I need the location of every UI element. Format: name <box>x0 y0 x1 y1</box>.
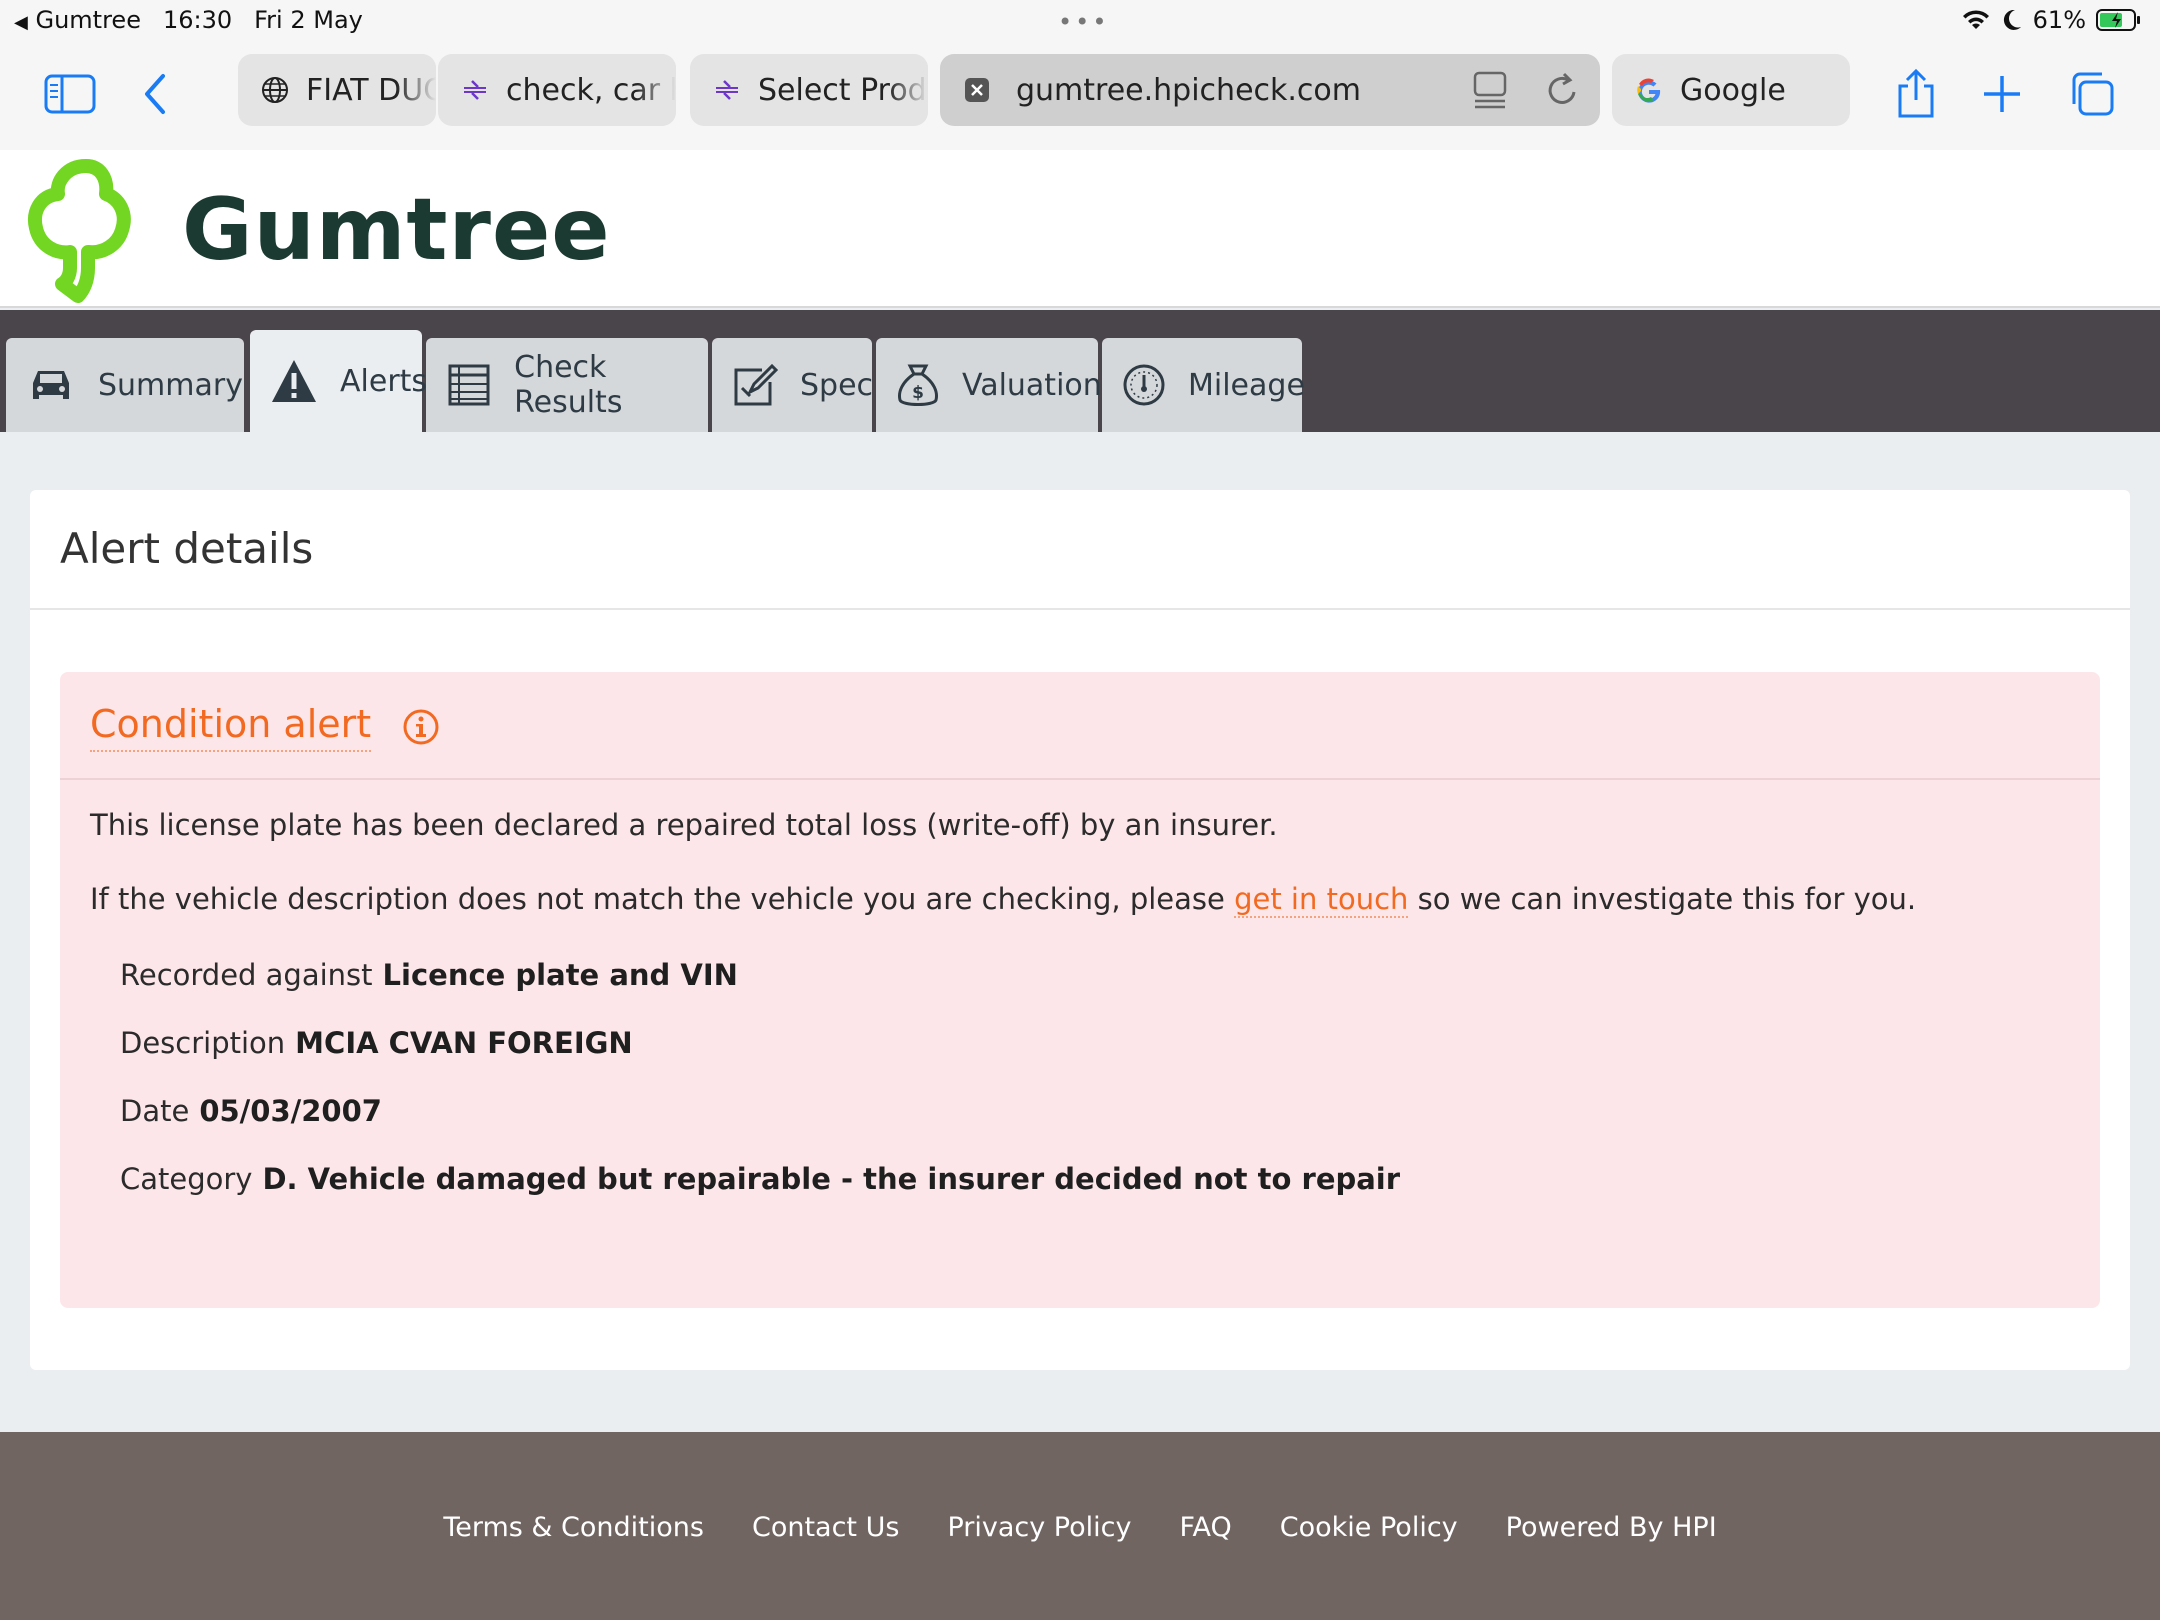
footer-link-privacy[interactable]: Privacy Policy <box>947 1512 1131 1543</box>
condition-alert-box: Condition alert This license plate has b… <box>60 672 2100 1308</box>
back-chevron-icon[interactable] <box>128 66 184 122</box>
wifi-icon <box>1962 10 1989 29</box>
footer-links: Terms & Conditions Contact Us Privacy Po… <box>0 1512 2160 1543</box>
edit-icon <box>732 360 778 410</box>
globe-icon <box>260 75 290 105</box>
browser-tab-google[interactable]: Google <box>1612 54 1850 126</box>
gauge-icon <box>1122 360 1166 410</box>
gumtree-tree-logo-icon[interactable] <box>26 156 146 309</box>
divider <box>60 778 2100 780</box>
close-icon[interactable] <box>962 75 992 105</box>
detail-row-description: Description MCIA CVAN FOREIGN <box>120 1026 633 1060</box>
multitask-dots[interactable]: ••• <box>1058 8 1109 36</box>
card-title: Alert details <box>60 524 314 573</box>
gumtree-logo-text[interactable]: Gumtree <box>182 180 611 280</box>
alert-details-card: Alert details Condition alert This licen… <box>30 490 2130 1370</box>
reload-icon[interactable] <box>1544 70 1580 118</box>
detail-row-date: Date 05/03/2007 <box>120 1094 382 1128</box>
google-icon <box>1634 75 1664 105</box>
battery-icon <box>2096 9 2140 31</box>
report-nav: Summary Alerts Check Results Spec $ Valu… <box>0 310 2160 432</box>
tab-summary[interactable]: Summary <box>6 338 244 432</box>
moon-icon <box>2003 9 2021 30</box>
alert-description: This license plate has been declared a r… <box>90 808 1278 842</box>
info-icon[interactable] <box>402 708 440 751</box>
browser-toolbar: FIAT DUCATO check, car history Select Pr… <box>0 40 2160 150</box>
reader-mode-icon[interactable] <box>1472 70 1508 118</box>
sidebar-toggle-icon[interactable] <box>42 66 98 122</box>
tab-valuation[interactable]: $ Valuation <box>876 338 1102 432</box>
divider <box>30 608 2130 610</box>
list-icon <box>446 360 492 410</box>
hpi-icon <box>712 75 742 105</box>
site-footer: Terms & Conditions Contact Us Privacy Po… <box>0 1432 2160 1620</box>
svg-text:$: $ <box>912 383 924 403</box>
footer-link-terms[interactable]: Terms & Conditions <box>443 1512 704 1543</box>
new-tab-plus-icon[interactable] <box>1974 66 2030 122</box>
status-bar: ◀ Gumtree 16:30 Fri 2 May ••• 61% <box>0 0 2160 40</box>
share-icon[interactable] <box>1888 66 1944 122</box>
tab-overview-icon[interactable] <box>2064 66 2120 122</box>
browser-tab-3[interactable]: Select Product <box>690 54 928 126</box>
browser-tab-active-url[interactable]: gumtree.hpicheck.com <box>940 54 1600 126</box>
tab-mileage[interactable]: Mileage <box>1102 338 1305 432</box>
footer-link-contact[interactable]: Contact Us <box>752 1512 899 1543</box>
site-header: Gumtree <box>0 150 2160 308</box>
car-icon <box>26 360 76 410</box>
status-time: 16:30 <box>162 6 233 34</box>
alert-contact-line: If the vehicle description does not matc… <box>90 882 1917 918</box>
detail-row-recorded-against: Recorded against Licence plate and VIN <box>120 958 738 992</box>
browser-tab-1[interactable]: FIAT DUCATO <box>238 54 436 126</box>
alert-title[interactable]: Condition alert <box>90 702 372 752</box>
hpi-icon <box>460 75 490 105</box>
warning-icon <box>270 356 318 406</box>
status-date: Fri 2 May <box>254 6 363 34</box>
footer-link-cookie[interactable]: Cookie Policy <box>1280 1512 1458 1543</box>
back-to-app[interactable]: ◀ Gumtree <box>14 6 141 34</box>
tab-spec[interactable]: Spec <box>712 338 873 432</box>
footer-link-faq[interactable]: FAQ <box>1179 1512 1231 1543</box>
money-bag-icon: $ <box>896 360 940 410</box>
browser-tab-2[interactable]: check, car history <box>438 54 676 126</box>
tab-check-results[interactable]: Check Results <box>426 338 708 432</box>
tab-alerts[interactable]: Alerts <box>250 330 427 432</box>
footer-link-powered-by[interactable]: Powered By HPI <box>1506 1512 1717 1543</box>
battery-percent: 61% <box>2032 6 2086 34</box>
detail-row-category: Category D. Vehicle damaged but repairabl… <box>120 1162 1401 1196</box>
get-in-touch-link[interactable]: get in touch <box>1234 882 1409 918</box>
